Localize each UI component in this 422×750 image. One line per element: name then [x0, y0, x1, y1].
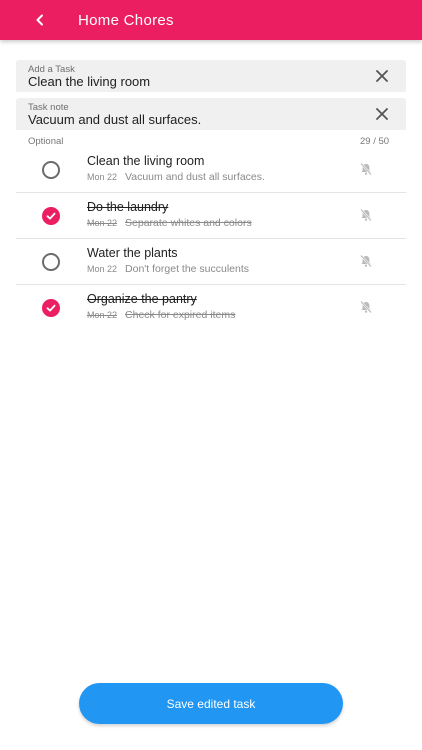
- task-note: Separate whites and colors: [125, 217, 252, 229]
- note-input[interactable]: [28, 112, 358, 127]
- task-title: Do the laundry: [87, 200, 169, 214]
- optional-helper: Optional: [28, 136, 64, 147]
- notifications-off-icon[interactable]: [359, 208, 373, 222]
- task-list: Clean the living room Mon 22 Vacuum and d…: [16, 147, 406, 331]
- notifications-off-icon[interactable]: [359, 254, 373, 268]
- task-checkbox[interactable]: [42, 161, 60, 179]
- check-icon: [46, 212, 56, 220]
- check-icon: [46, 304, 56, 312]
- app-bar: Home Chores: [0, 0, 422, 40]
- task-date: Mon 22: [87, 172, 118, 182]
- notifications-off-icon[interactable]: [359, 162, 373, 176]
- char-counter: 29 / 50: [360, 136, 390, 147]
- task-date: Mon 22: [87, 218, 118, 228]
- clear-note-button[interactable]: [374, 106, 390, 122]
- task-title: Water the plants: [87, 246, 178, 260]
- notifications-off-icon[interactable]: [359, 300, 373, 314]
- task-field[interactable]: Add a Task: [16, 60, 406, 92]
- note-field[interactable]: Task note: [16, 98, 406, 130]
- task-checkbox[interactable]: [42, 253, 60, 271]
- task-date: Mon 22: [87, 310, 118, 320]
- task-note: Don't forget the succulents: [125, 263, 250, 275]
- save-edited-task-button[interactable]: Save edited task: [79, 683, 343, 724]
- close-icon: [376, 70, 388, 82]
- task-meta: Mon 22 Vacuum and dust all surfaces.: [87, 171, 265, 183]
- task-meta: Mon 22 Check for expired items: [87, 309, 235, 321]
- task-row[interactable]: Do the laundry Mon 22 Separate whites and…: [16, 193, 406, 239]
- task-meta: Mon 22 Separate whites and colors: [87, 217, 252, 229]
- task-row[interactable]: Water the plants Mon 22 Don't forget the …: [16, 239, 406, 285]
- task-note: Check for expired items: [125, 309, 236, 321]
- task-checkbox[interactable]: [42, 207, 60, 225]
- task-checkbox[interactable]: [42, 299, 60, 317]
- task-title: Clean the living room: [87, 154, 205, 168]
- page-title: Home Chores: [78, 11, 174, 29]
- task-title: Organize the pantry: [87, 292, 197, 306]
- task-date: Mon 22: [87, 264, 118, 274]
- task-meta: Mon 22 Don't forget the succulents: [87, 263, 249, 275]
- close-icon: [376, 108, 388, 120]
- task-input[interactable]: [28, 74, 358, 89]
- clear-task-button[interactable]: [374, 68, 390, 84]
- task-row[interactable]: Clean the living room Mon 22 Vacuum and d…: [16, 147, 406, 193]
- task-note: Vacuum and dust all surfaces.: [125, 171, 265, 183]
- chevron-left-icon: [36, 14, 43, 26]
- back-button[interactable]: [30, 10, 50, 30]
- task-row[interactable]: Organize the pantry Mon 22 Check for expi…: [16, 285, 406, 331]
